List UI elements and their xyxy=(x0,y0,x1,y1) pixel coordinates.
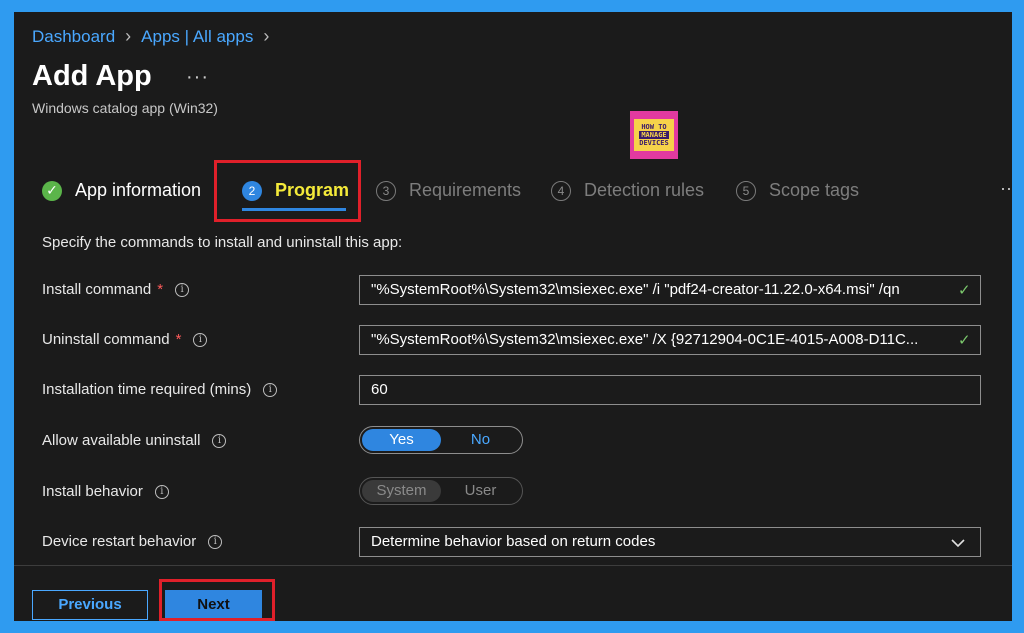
install-behavior-row: Install behavior i System User xyxy=(14,477,1012,507)
restart-behavior-select[interactable]: Determine behavior based on return codes xyxy=(359,527,981,557)
info-icon[interactable]: i xyxy=(212,433,227,448)
wizard-steps: ✓ App information 2 Program 3 Requiremen… xyxy=(14,172,1012,214)
uninstall-command-row: Uninstall command * i "%SystemRoot%\Syst… xyxy=(14,325,1012,355)
step-label: Scope tags xyxy=(769,180,860,200)
uninstall-command-input[interactable]: "%SystemRoot%\System32\msiexec.exe" /X {… xyxy=(359,325,981,355)
step-number-badge: 5 xyxy=(736,180,756,201)
install-behavior-label: Install behavior xyxy=(42,483,143,500)
install-behavior-toggle: System User xyxy=(359,477,523,505)
install-time-input[interactable]: 60 xyxy=(359,375,981,405)
step-number-badge: 4 xyxy=(551,180,571,201)
add-app-panel: Dashboard › Apps | All apps › Add App ··… xyxy=(14,12,1012,621)
check-icon: ✓ xyxy=(42,180,62,201)
install-command-input[interactable]: "%SystemRoot%\System32\msiexec.exe" /i "… xyxy=(359,275,981,305)
step-scope-tags[interactable]: 5 Scope tags xyxy=(736,180,859,201)
logo-text-line2: MANAGE xyxy=(639,131,669,139)
form-instructions: Specify the commands to install and unin… xyxy=(42,234,403,251)
restart-behavior-label: Device restart behavior xyxy=(42,533,197,550)
allow-uninstall-label: Allow available uninstall xyxy=(42,432,201,449)
chevron-right-icon: › xyxy=(125,26,132,46)
valid-check-icon: ✓ xyxy=(958,282,971,299)
breadcrumb-dashboard-link[interactable]: Dashboard xyxy=(32,27,115,47)
logo-text-line1: HOW TO xyxy=(641,123,667,131)
page-subtitle: Windows catalog app (Win32) xyxy=(32,100,218,116)
install-time-label-group: Installation time required (mins) i xyxy=(42,381,278,398)
info-icon[interactable]: i xyxy=(193,332,208,347)
how-to-manage-devices-logo: HOW TO MANAGE DEVICES xyxy=(630,111,678,159)
step-app-information[interactable]: ✓ App information xyxy=(42,180,201,201)
logo-text-line3: DEVICES xyxy=(639,139,669,147)
info-icon[interactable]: i xyxy=(263,382,278,397)
more-options-button[interactable]: ··· xyxy=(186,66,209,89)
chevron-right-icon: › xyxy=(263,26,270,46)
step-label: Requirements xyxy=(409,180,522,200)
allow-uninstall-row: Allow available uninstall i Yes No xyxy=(14,426,1012,456)
step-detection-rules[interactable]: 4 Detection rules xyxy=(551,180,704,201)
restart-behavior-label-group: Device restart behavior i xyxy=(42,533,223,550)
restart-behavior-row: Device restart behavior i Determine beha… xyxy=(14,527,1012,557)
breadcrumb-apps-link[interactable]: Apps | All apps xyxy=(141,27,253,47)
info-icon[interactable]: i xyxy=(175,282,190,297)
uninstall-command-label: Uninstall command xyxy=(42,331,170,348)
uninstall-command-label-group: Uninstall command * i xyxy=(42,331,208,348)
toggle-option-user: User xyxy=(464,482,497,499)
more-steps-icon[interactable]: ·· xyxy=(1000,178,1012,199)
install-command-label: Install command xyxy=(42,281,152,298)
step-label: App information xyxy=(75,180,202,200)
info-icon[interactable]: i xyxy=(208,534,223,549)
highlight-box-next xyxy=(159,579,275,621)
install-command-label-group: Install command * i xyxy=(42,281,190,298)
toggle-option-yes[interactable]: Yes xyxy=(362,429,441,451)
step-label: Detection rules xyxy=(584,180,705,200)
highlight-box-program xyxy=(214,160,361,222)
page-title: Add App xyxy=(32,60,152,92)
toggle-option-no[interactable]: No xyxy=(441,429,520,451)
install-behavior-label-group: Install behavior i xyxy=(42,483,169,500)
breadcrumb: Dashboard › Apps | All apps › xyxy=(32,26,279,47)
step-requirements[interactable]: 3 Requirements xyxy=(376,180,521,201)
valid-check-icon: ✓ xyxy=(958,332,971,349)
allow-uninstall-toggle: Yes No xyxy=(359,426,523,454)
install-time-label: Installation time required (mins) xyxy=(42,381,252,398)
previous-button[interactable]: Previous xyxy=(32,590,148,620)
required-asterisk: * xyxy=(157,281,164,298)
chevron-down-icon xyxy=(951,539,965,548)
required-asterisk: * xyxy=(175,331,182,348)
footer-divider xyxy=(14,565,1012,566)
install-time-row: Installation time required (mins) i 60 xyxy=(14,375,1012,405)
install-command-row: Install command * i "%SystemRoot%\System… xyxy=(14,275,1012,305)
info-icon[interactable]: i xyxy=(154,484,169,499)
toggle-option-system: System xyxy=(362,480,441,502)
allow-uninstall-label-group: Allow available uninstall i xyxy=(42,432,227,449)
step-number-badge: 3 xyxy=(376,180,396,201)
